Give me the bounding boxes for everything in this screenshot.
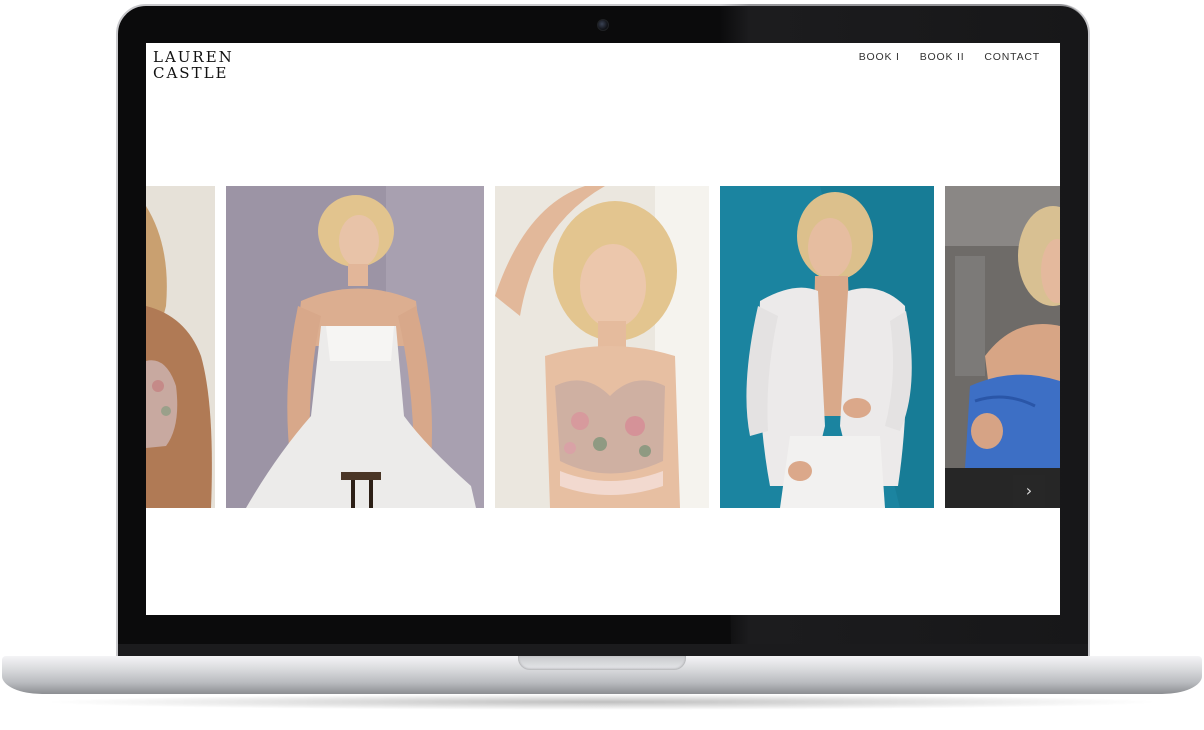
nav-contact[interactable]: CONTACT xyxy=(984,51,1040,63)
main-nav: BOOK I BOOK II CONTACT xyxy=(859,51,1040,63)
laptop-notch xyxy=(518,656,686,670)
photo-5-art xyxy=(945,186,1060,508)
logo-line-2: CASTLE xyxy=(153,64,229,82)
gallery-photo-5[interactable] xyxy=(945,186,1060,508)
camera-icon xyxy=(597,19,609,31)
photo-3-art xyxy=(495,186,709,508)
photo-1-art xyxy=(146,186,215,508)
logo-line-1: LAUREN xyxy=(153,48,234,66)
laptop-shadow xyxy=(40,694,1164,710)
next-slide-button[interactable]: › xyxy=(1013,475,1045,507)
site-logo[interactable]: LAUREN CASTLE xyxy=(153,49,234,81)
gallery-photo-1[interactable] xyxy=(146,186,215,508)
chevron-right-icon: › xyxy=(1025,481,1033,500)
photo-2-art xyxy=(226,186,484,508)
gallery-photo-4[interactable] xyxy=(720,186,934,508)
nav-book-2[interactable]: BOOK II xyxy=(920,51,965,63)
photo-gallery: › xyxy=(146,186,1060,508)
photo-4-art xyxy=(720,186,934,508)
gallery-photo-2[interactable] xyxy=(226,186,484,508)
nav-book-1[interactable]: BOOK I xyxy=(859,51,900,63)
website-screen: LAUREN CASTLE BOOK I BOOK II CONTACT › xyxy=(146,43,1060,615)
gallery-photo-3[interactable] xyxy=(495,186,709,508)
laptop-mockup: LAUREN CASTLE BOOK I BOOK II CONTACT › xyxy=(0,0,1204,730)
